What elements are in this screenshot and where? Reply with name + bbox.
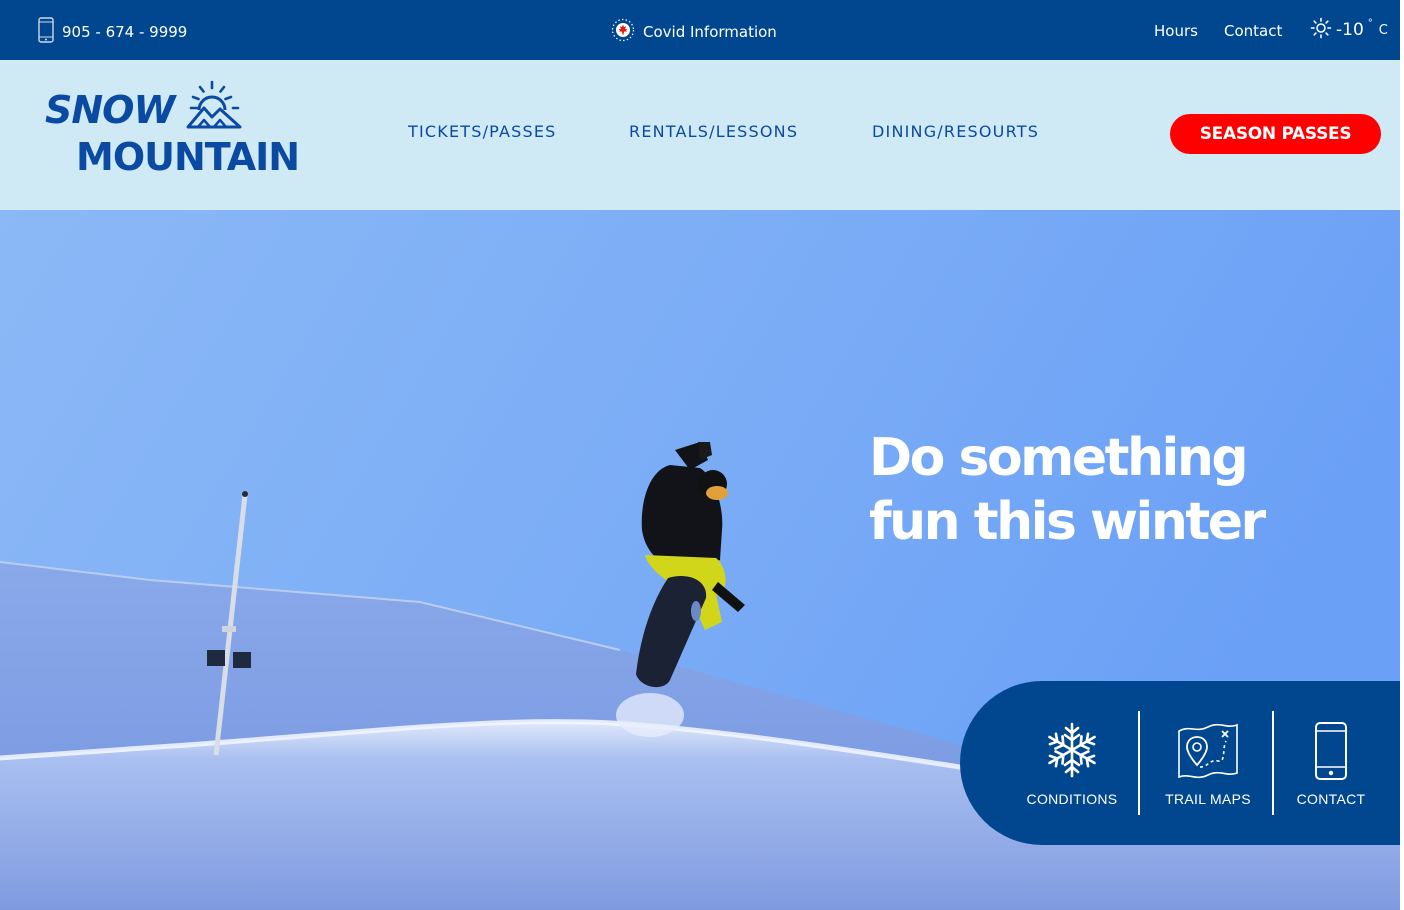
hours-link[interactable]: Hours: [1154, 22, 1198, 40]
quick-link-contact-label: CONTACT: [1296, 791, 1366, 807]
nav-dining-resorts[interactable]: DINING/RESOURTS: [872, 122, 1039, 141]
site-header: SNOW MOUNTAIN TICKETS/PASSES RENTALS/LES…: [0, 60, 1400, 210]
quick-link-trail-maps[interactable]: TRAIL MAPS: [1156, 681, 1260, 845]
temperature-value: -10: [1336, 20, 1364, 40]
quick-links-divider: [1272, 711, 1274, 815]
covid-text: Covid Information: [643, 23, 777, 41]
sun-over-mountains-icon: [186, 80, 242, 135]
covid-information-link[interactable]: Covid Information: [611, 18, 777, 46]
hero-headline-line1: Do something: [869, 428, 1249, 488]
phone-text: 905 - 674 - 9999: [62, 23, 188, 41]
hero-section: Do something fun this winter CONDITIONS …: [0, 210, 1400, 910]
season-passes-button[interactable]: SEASON PASSES: [1170, 114, 1381, 154]
mobile-phone-icon: [38, 17, 54, 47]
temperature-unit: C: [1378, 22, 1388, 38]
quick-link-conditions-label: CONDITIONS: [1026, 791, 1118, 807]
contact-link[interactable]: Contact: [1224, 22, 1282, 40]
nav-tickets-passes[interactable]: TICKETS/PASSES: [408, 122, 557, 141]
quick-links-divider: [1138, 711, 1140, 815]
degree-symbol: °: [1367, 17, 1373, 29]
quick-link-contact[interactable]: CONTACT: [1280, 681, 1382, 845]
snowflake-icon: [1043, 721, 1101, 784]
weather-widget: -10 ° C: [1310, 17, 1388, 43]
top-utility-bar: 905 - 674 - 9999 Covid Information Hours…: [0, 0, 1400, 60]
map-icon: [1176, 721, 1240, 786]
nav-rentals-lessons[interactable]: RENTALS/LESSONS: [629, 122, 798, 141]
hero-headline-line2: fun this winter: [869, 492, 1266, 552]
sun-icon: [1310, 17, 1332, 43]
mobile-phone-icon: [1314, 721, 1348, 786]
quick-link-trail-maps-label: TRAIL MAPS: [1165, 791, 1251, 807]
snow-mountain-logo[interactable]: SNOW MOUNTAIN: [44, 80, 344, 190]
logo-word-snow: SNOW: [45, 88, 175, 132]
quick-link-conditions[interactable]: CONDITIONS: [1020, 681, 1124, 845]
logo-word-mountain: MOUNTAIN: [76, 135, 300, 179]
canada-maple-leaf-icon: [611, 18, 635, 46]
phone-number[interactable]: 905 - 674 - 9999: [38, 17, 187, 47]
hero-headline: Do something fun this winter: [869, 426, 1289, 554]
quick-links-panel: CONDITIONS TRAIL MAPS CONTACT: [960, 681, 1400, 845]
